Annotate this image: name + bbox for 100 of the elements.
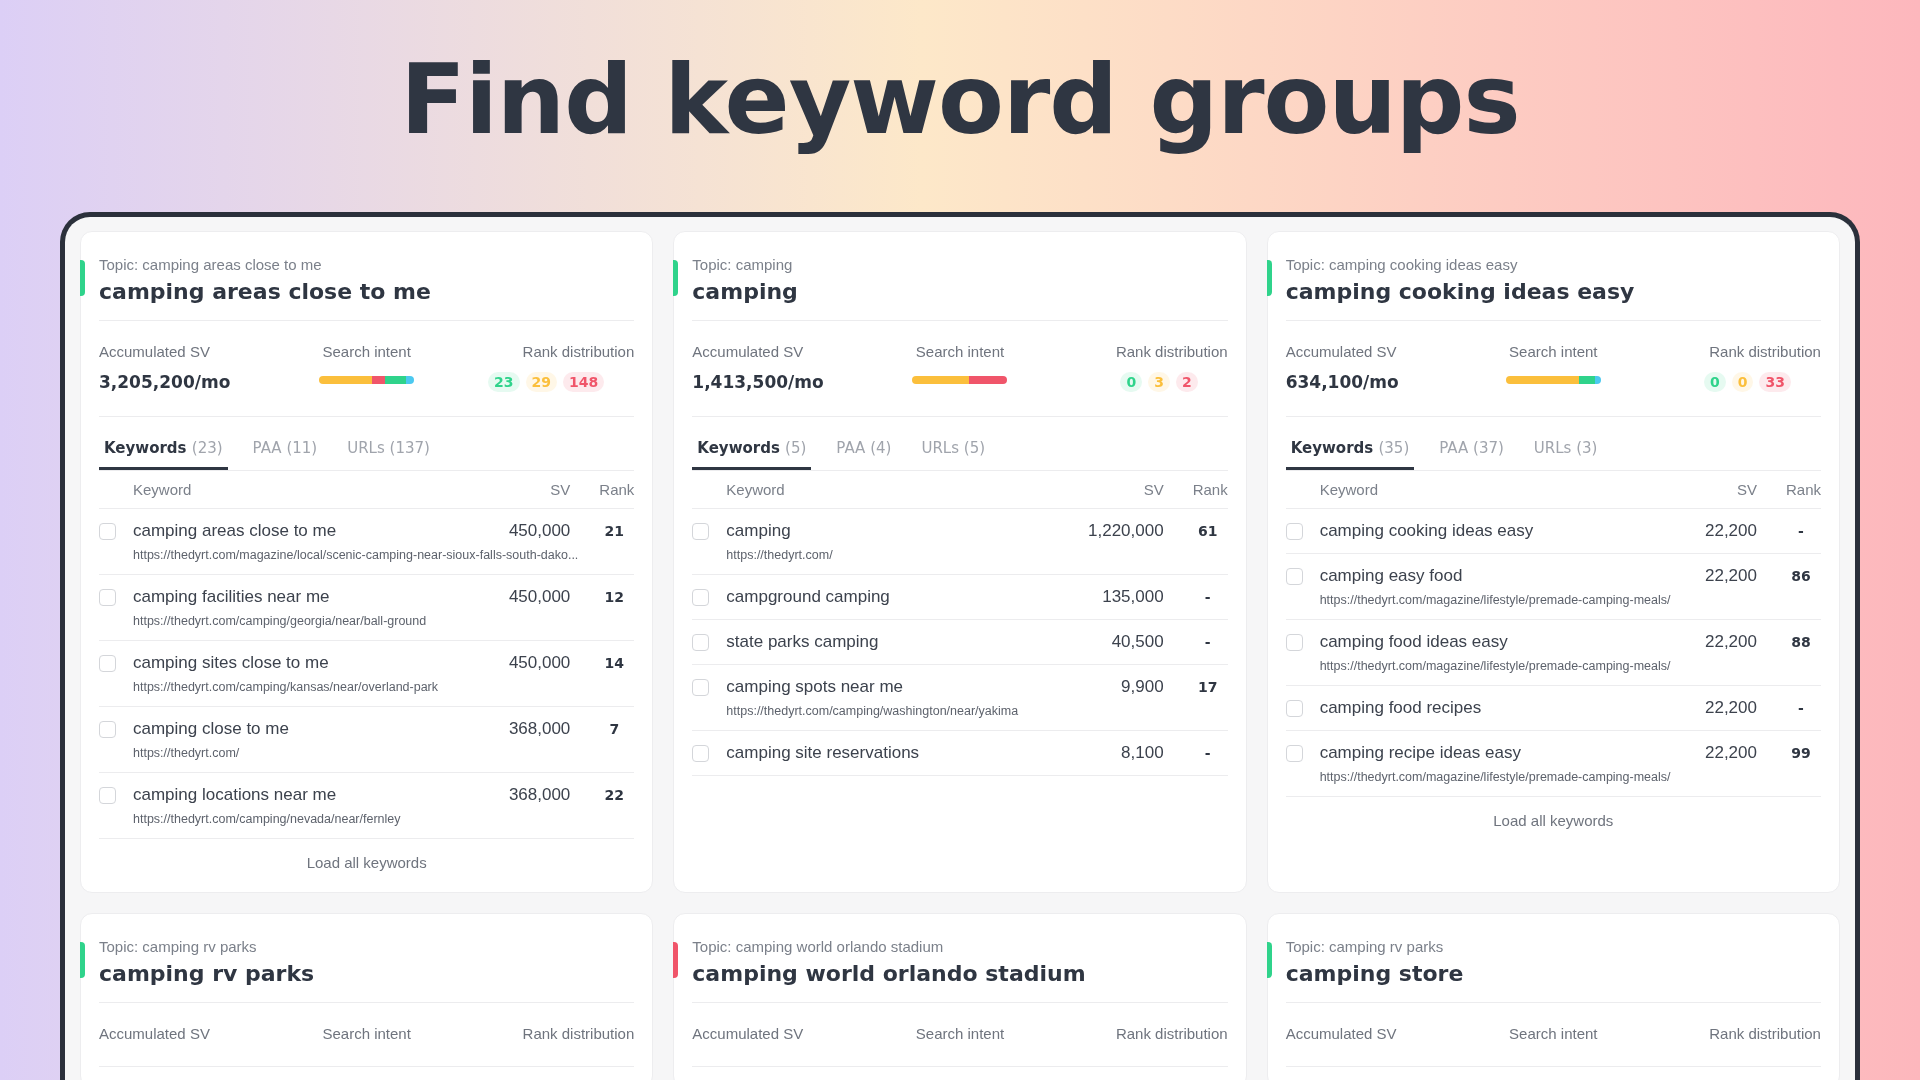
- stat-label: Search intent: [322, 1025, 411, 1042]
- topic-label: Topic: camping rv parks: [99, 938, 258, 955]
- rank-value: 61: [1196, 523, 1219, 539]
- group-title: camping: [692, 279, 1228, 321]
- tab[interactable]: PAA (11): [247, 429, 323, 470]
- keyword-text: camping food recipes: [1319, 698, 1483, 718]
- search-volume: 22,200: [1705, 566, 1757, 586]
- row-checkbox[interactable]: [99, 522, 116, 540]
- rank-count-badge: 0: [1120, 372, 1143, 392]
- group-title: camping rv parks: [99, 961, 635, 1003]
- search-volume: 9,900: [1121, 677, 1164, 697]
- row-checkbox[interactable]: [1285, 699, 1303, 717]
- search-volume: 22,200: [1705, 521, 1757, 541]
- keyword-text: camping close to me: [133, 719, 290, 739]
- load-all-keywords-button[interactable]: Load all keywords: [1487, 811, 1620, 830]
- tab[interactable]: URLs (5): [916, 429, 991, 470]
- tab[interactable]: URLs (137): [342, 429, 435, 470]
- row-checkbox[interactable]: [99, 786, 116, 804]
- search-volume: 450,000: [508, 521, 571, 541]
- accumulated-sv-value: 634,100/mo: [1285, 372, 1399, 392]
- column-header: Keyword: [133, 481, 193, 498]
- stat-label: Rank distribution: [522, 1025, 635, 1042]
- topic-label: Topic: camping: [692, 256, 794, 273]
- topic-label: Topic: camping rv parks: [1285, 938, 1445, 955]
- ranking-url: https://thedyrt.com/: [133, 746, 241, 760]
- stat-label: Search intent: [1509, 1025, 1598, 1042]
- rank-value: 17: [1196, 679, 1219, 695]
- load-all-keywords-button[interactable]: Load all keywords: [300, 853, 433, 872]
- rank-value: 12: [603, 589, 626, 605]
- row-checkbox[interactable]: [1285, 744, 1303, 762]
- column-header: SV: [550, 481, 571, 498]
- keyword-text: camping: [726, 521, 792, 541]
- group-title: camping areas close to me: [99, 279, 635, 321]
- keyword-text: camping site reservations: [726, 743, 921, 763]
- stat-label: Rank distribution: [1709, 343, 1821, 360]
- search-volume: 8,100: [1121, 743, 1164, 763]
- topic-label: Topic: camping areas close to me: [99, 256, 323, 273]
- tab[interactable]: PAA (4): [831, 429, 897, 470]
- row-checkbox[interactable]: [692, 633, 710, 651]
- keyword-text: camping facilities near me: [133, 587, 331, 607]
- ranking-url: https://thedyrt.com/magazine/lifestyle/premade-camping-meals/: [1319, 659, 1672, 673]
- rank-count-badge: 0: [1704, 372, 1726, 392]
- row-checkbox[interactable]: [1285, 633, 1303, 651]
- row-checkbox[interactable]: [99, 720, 116, 738]
- keyword-text: campground camping: [726, 587, 891, 607]
- topic-label: Topic: camping world orlando stadium: [692, 938, 945, 955]
- column-header: Keyword: [1319, 481, 1379, 498]
- group-title: camping world orlando stadium: [692, 961, 1228, 1003]
- stat-label: Rank distribution: [522, 343, 635, 360]
- rank-value: -: [1797, 523, 1805, 539]
- rank-value: -: [1203, 589, 1212, 605]
- accumulated-sv-value: 1,413,500/mo: [692, 372, 824, 392]
- search-volume: 22,200: [1705, 632, 1757, 652]
- stat-label: Rank distribution: [1709, 1025, 1821, 1042]
- keyword-text: camping spots near me: [726, 677, 905, 697]
- ranking-url: https://thedyrt.com/camping/nevada/near/fernley: [133, 812, 402, 826]
- tab[interactable]: Keywords (23): [99, 429, 228, 470]
- rank-count-badge: 29: [525, 372, 558, 392]
- column-header: SV: [1143, 481, 1164, 498]
- row-checkbox[interactable]: [692, 522, 710, 540]
- search-volume: 135,000: [1102, 587, 1164, 607]
- rank-count-badge: 23: [488, 372, 520, 392]
- row-checkbox[interactable]: [1285, 522, 1303, 540]
- tab[interactable]: PAA (37): [1434, 429, 1509, 470]
- keyword-text: state parks camping: [726, 632, 880, 652]
- ranking-url: https://thedyrt.com/magazine/lifestyle/premade-camping-meals/: [1319, 593, 1672, 607]
- ranking-url: https://thedyrt.com/magazine/lifestyle/premade-camping-meals/: [1319, 770, 1672, 784]
- stat-label: Search intent: [1509, 343, 1598, 360]
- keyword-text: camping areas close to me: [133, 521, 338, 541]
- tab[interactable]: URLs (3): [1528, 429, 1603, 470]
- search-volume: 40,500: [1111, 632, 1164, 652]
- search-volume: 450,000: [508, 587, 571, 607]
- ranking-url: https://thedyrt.com/camping/kansas/near/overland-park: [133, 680, 439, 694]
- row-checkbox[interactable]: [692, 744, 710, 762]
- search-volume: 450,000: [508, 653, 571, 673]
- rank-count-badge: 2: [1175, 372, 1198, 392]
- stat-label: Accumulated SV: [1285, 1025, 1397, 1042]
- rank-value: 14: [603, 655, 626, 671]
- ranking-url: https://thedyrt.com/: [726, 548, 834, 562]
- row-checkbox[interactable]: [692, 588, 710, 606]
- row-checkbox[interactable]: [99, 654, 116, 672]
- rank-value: 21: [603, 523, 626, 539]
- row-checkbox[interactable]: [1285, 567, 1303, 585]
- row-checkbox[interactable]: [99, 588, 116, 606]
- rank-value: 99: [1790, 745, 1812, 761]
- page-headline: Find keyword groups: [400, 52, 1520, 158]
- row-checkbox[interactable]: [692, 678, 710, 696]
- stat-label: Search intent: [915, 1025, 1005, 1042]
- rank-value: 22: [603, 787, 626, 803]
- keyword-text: camping cooking ideas easy: [1319, 521, 1535, 541]
- tab[interactable]: Keywords (35): [1285, 429, 1415, 470]
- ranking-url: https://thedyrt.com/camping/washington/near/yakima: [726, 704, 1020, 718]
- column-header: Keyword: [726, 481, 786, 498]
- column-header: Rank: [1784, 481, 1821, 498]
- rank-value: 86: [1790, 568, 1812, 584]
- tab[interactable]: Keywords (5): [692, 429, 812, 470]
- stat-label: Accumulated SV: [99, 1025, 210, 1042]
- rank-value: -: [1203, 745, 1212, 761]
- search-volume: 22,200: [1705, 743, 1757, 763]
- stat-label: Rank distribution: [1115, 343, 1228, 360]
